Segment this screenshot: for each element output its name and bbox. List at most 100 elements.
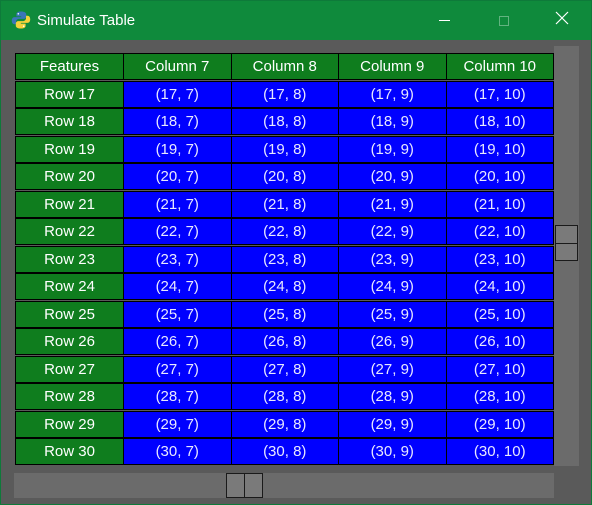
table-cell[interactable]: (17, 7) bbox=[123, 80, 232, 108]
table-row: Row 27 (27, 7) (27, 8) (27, 9) (27, 10) bbox=[15, 355, 554, 383]
table-cell[interactable]: (28, 8) bbox=[230, 383, 339, 410]
vertical-scroll-thumb[interactable] bbox=[555, 225, 578, 261]
table-cell[interactable]: (22, 10) bbox=[445, 218, 554, 245]
table-cell[interactable]: (27, 7) bbox=[123, 355, 232, 383]
column-header[interactable]: Column 8 bbox=[230, 53, 339, 80]
table-cell[interactable]: (23, 8) bbox=[230, 245, 339, 273]
table-cell[interactable]: (18, 9) bbox=[338, 108, 447, 135]
table-cell[interactable]: (25, 9) bbox=[338, 300, 447, 328]
table-cell[interactable]: (27, 10) bbox=[445, 355, 554, 383]
table-cell[interactable]: (29, 9) bbox=[338, 410, 447, 438]
row-header[interactable]: Row 19 bbox=[15, 135, 124, 163]
minimize-icon bbox=[438, 20, 450, 21]
table-cell[interactable]: (23, 10) bbox=[445, 245, 554, 273]
table-cell[interactable]: (20, 7) bbox=[123, 163, 232, 190]
column-header[interactable]: Column 10 bbox=[445, 53, 554, 80]
table-cell[interactable]: (19, 10) bbox=[445, 135, 554, 163]
close-button[interactable] bbox=[533, 1, 591, 40]
column-header[interactable]: Column 7 bbox=[123, 53, 232, 80]
table-cell[interactable]: (18, 7) bbox=[123, 108, 232, 135]
table-row: Row 23 (23, 7) (23, 8) (23, 9) (23, 10) bbox=[15, 245, 554, 273]
maximize-icon bbox=[499, 15, 509, 26]
row-header[interactable]: Row 28 bbox=[15, 383, 124, 410]
table-cell[interactable]: (26, 8) bbox=[230, 328, 339, 355]
table-row: Row 28 (28, 7) (28, 8) (28, 9) (28, 10) bbox=[15, 383, 554, 410]
row-header[interactable]: Row 18 bbox=[15, 108, 124, 135]
table-cell[interactable]: (30, 7) bbox=[123, 438, 232, 465]
table-cell[interactable]: (30, 9) bbox=[338, 438, 447, 465]
table-header-row: Features Column 7 Column 8 Column 9 Column 1… bbox=[15, 53, 554, 80]
table-cell[interactable]: (23, 7) bbox=[123, 245, 232, 273]
table-cell[interactable]: (28, 10) bbox=[445, 383, 554, 410]
table-cell[interactable]: (19, 8) bbox=[230, 135, 339, 163]
close-icon bbox=[555, 11, 569, 30]
table-cell[interactable]: (17, 9) bbox=[338, 80, 447, 108]
table-cell[interactable]: (19, 7) bbox=[123, 135, 232, 163]
table-cell[interactable]: (24, 9) bbox=[338, 273, 447, 300]
table-cell[interactable]: (21, 8) bbox=[230, 190, 339, 218]
maximize-button[interactable] bbox=[475, 1, 533, 40]
table-row: Row 25 (25, 7) (25, 8) (25, 9) (25, 10) bbox=[15, 300, 554, 328]
table-cell[interactable]: (30, 8) bbox=[230, 438, 339, 465]
table-cell[interactable]: (24, 10) bbox=[445, 273, 554, 300]
table-cell[interactable]: (21, 7) bbox=[123, 190, 232, 218]
table-cell[interactable]: (24, 7) bbox=[123, 273, 232, 300]
table-cell[interactable]: (22, 7) bbox=[123, 218, 232, 245]
table-cell[interactable]: (17, 10) bbox=[445, 80, 554, 108]
row-header[interactable]: Row 23 bbox=[15, 245, 124, 273]
table-cell[interactable]: (19, 9) bbox=[338, 135, 447, 163]
table-row: Row 20 (20, 7) (20, 8) (20, 9) (20, 10) bbox=[15, 163, 554, 190]
table-cell[interactable]: (27, 9) bbox=[338, 355, 447, 383]
vertical-scrollbar[interactable] bbox=[554, 46, 579, 466]
row-header[interactable]: Row 22 bbox=[15, 218, 124, 245]
table-row: Row 30 (30, 7) (30, 8) (30, 9) (30, 10) bbox=[15, 438, 554, 465]
title-bar[interactable]: Simulate Table bbox=[1, 1, 591, 40]
data-table: Features Column 7 Column 8 Column 9 Column 1… bbox=[15, 53, 554, 466]
table-cell[interactable]: (18, 10) bbox=[445, 108, 554, 135]
table-cell[interactable]: (20, 10) bbox=[445, 163, 554, 190]
row-header[interactable]: Row 26 bbox=[15, 328, 124, 355]
table-cell[interactable]: (18, 8) bbox=[230, 108, 339, 135]
table-cell[interactable]: (21, 9) bbox=[338, 190, 447, 218]
table-row: Row 24 (24, 7) (24, 8) (24, 9) (24, 10) bbox=[15, 273, 554, 300]
row-header[interactable]: Row 27 bbox=[15, 355, 124, 383]
python-icon bbox=[11, 10, 31, 30]
row-header[interactable]: Row 21 bbox=[15, 190, 124, 218]
minimize-button[interactable] bbox=[415, 1, 473, 40]
table-cell[interactable]: (20, 8) bbox=[230, 163, 339, 190]
table-cell[interactable]: (21, 10) bbox=[445, 190, 554, 218]
table-cell[interactable]: (25, 7) bbox=[123, 300, 232, 328]
table-cell[interactable]: (29, 10) bbox=[445, 410, 554, 438]
table-cell[interactable]: (22, 9) bbox=[338, 218, 447, 245]
row-header[interactable]: Row 20 bbox=[15, 163, 124, 190]
table-cell[interactable]: (23, 9) bbox=[338, 245, 447, 273]
row-header[interactable]: Row 30 bbox=[15, 438, 124, 465]
table-cell[interactable]: (24, 8) bbox=[230, 273, 339, 300]
table-cell[interactable]: (30, 10) bbox=[445, 438, 554, 465]
table-row: Row 22 (22, 7) (22, 8) (22, 9) (22, 10) bbox=[15, 218, 554, 245]
horizontal-scrollbar[interactable] bbox=[14, 473, 554, 498]
table-row: Row 21 (21, 7) (21, 8) (21, 9) (21, 10) bbox=[15, 190, 554, 218]
table-row: Row 17 (17, 7) (17, 8) (17, 9) (17, 10) bbox=[15, 80, 554, 108]
table-cell[interactable]: (20, 9) bbox=[338, 163, 447, 190]
table-cell[interactable]: (25, 10) bbox=[445, 300, 554, 328]
table-cell[interactable]: (22, 8) bbox=[230, 218, 339, 245]
table-cell[interactable]: (29, 7) bbox=[123, 410, 232, 438]
table-cell[interactable]: (28, 7) bbox=[123, 383, 232, 410]
row-header[interactable]: Row 29 bbox=[15, 410, 124, 438]
column-header[interactable]: Column 9 bbox=[338, 53, 447, 80]
row-header[interactable]: Row 17 bbox=[15, 80, 124, 108]
table-cell[interactable]: (28, 9) bbox=[338, 383, 447, 410]
table-cell[interactable]: (26, 10) bbox=[445, 328, 554, 355]
column-header[interactable]: Features bbox=[15, 53, 124, 80]
table-cell[interactable]: (25, 8) bbox=[230, 300, 339, 328]
table-row: Row 29 (29, 7) (29, 8) (29, 9) (29, 10) bbox=[15, 410, 554, 438]
table-cell[interactable]: (29, 8) bbox=[230, 410, 339, 438]
table-cell[interactable]: (26, 9) bbox=[338, 328, 447, 355]
table-cell[interactable]: (26, 7) bbox=[123, 328, 232, 355]
row-header[interactable]: Row 24 bbox=[15, 273, 124, 300]
table-cell[interactable]: (17, 8) bbox=[230, 80, 339, 108]
horizontal-scroll-thumb[interactable] bbox=[226, 473, 263, 498]
row-header[interactable]: Row 25 bbox=[15, 300, 124, 328]
table-cell[interactable]: (27, 8) bbox=[230, 355, 339, 383]
